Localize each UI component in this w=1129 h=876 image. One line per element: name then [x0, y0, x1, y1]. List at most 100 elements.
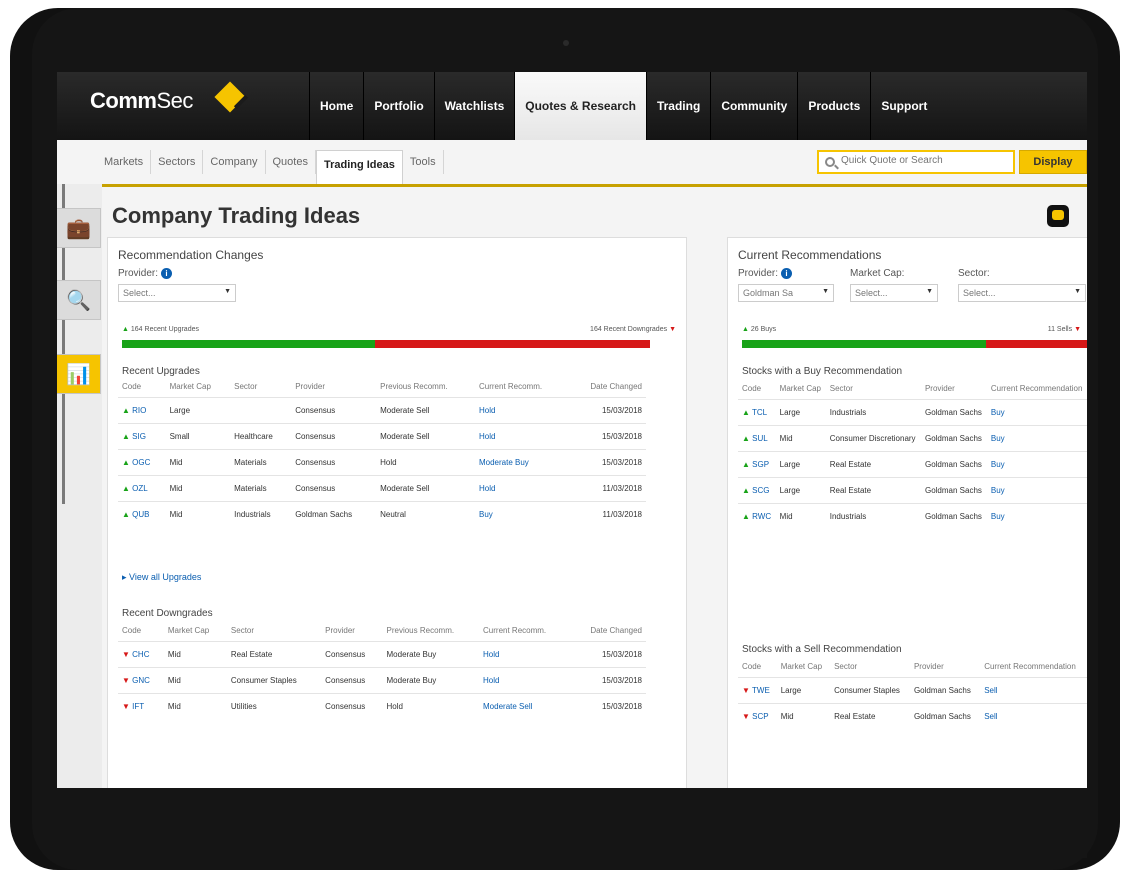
table-cell: Large: [776, 677, 831, 704]
stock-code-link[interactable]: ▼ GNC: [118, 667, 164, 694]
subnav-item[interactable]: Quotes: [266, 150, 316, 174]
trading-ideas-tab[interactable]: 📊: [57, 354, 101, 394]
table-cell[interactable]: Moderate Buy: [474, 449, 569, 476]
stock-code[interactable]: QUB: [132, 510, 149, 519]
info-icon[interactable]: i: [161, 268, 173, 279]
stock-code[interactable]: CHC: [132, 650, 149, 659]
table-row[interactable]: ▼ IFT Mid Utilities Consensus Hold Moderate S…: [118, 693, 646, 719]
down-arrow-icon: ▼: [669, 326, 676, 333]
stock-code-link[interactable]: ▼ IFT: [118, 693, 164, 719]
nav-item[interactable]: Home: [309, 72, 363, 140]
search-tab[interactable]: 🔍: [57, 280, 101, 320]
table-cell[interactable]: Hold: [474, 397, 569, 424]
stock-code-link[interactable]: ▲ SUL: [738, 425, 776, 452]
stock-code-link[interactable]: ▼ TWE: [738, 677, 777, 704]
subnav-item[interactable]: Sectors: [151, 150, 204, 174]
table-row[interactable]: ▲ TCL Large Industrials Goldman Sachs Buy: [738, 399, 1087, 426]
subnav-item[interactable]: Markets: [97, 150, 152, 174]
nav-item[interactable]: Support: [870, 72, 937, 140]
table-row[interactable]: ▲ SCG Large Real Estate Goldman Sachs Buy: [738, 477, 1087, 504]
stock-code-link[interactable]: ▲ TCL: [738, 399, 776, 426]
subnav-item[interactable]: Tools: [403, 150, 444, 174]
info-icon[interactable]: i: [781, 268, 793, 279]
stock-code[interactable]: RWC: [752, 512, 771, 521]
stock-code[interactable]: GNC: [132, 676, 150, 685]
table-row[interactable]: ▲ QUB Mid Industrials Goldman Sachs Neutral B…: [118, 501, 646, 527]
table-cell[interactable]: Sell: [980, 677, 1087, 704]
provider-select[interactable]: Goldman Sa ▼: [738, 284, 834, 302]
table-row[interactable]: ▲ OZL Mid Materials Consensus Moderate Sell H…: [118, 475, 646, 502]
provider-select[interactable]: Select... ▼: [118, 284, 236, 302]
table-row[interactable]: ▲ SGP Large Real Estate Goldman Sachs Buy: [738, 451, 1087, 478]
view-all-upgrades-link[interactable]: ▸ View all Upgrades: [122, 572, 201, 583]
subnav-item[interactable]: Trading Ideas: [315, 150, 403, 184]
stock-code-link[interactable]: ▲ SIG: [118, 423, 166, 450]
column-header: Current Recomm.: [483, 626, 547, 635]
stock-code[interactable]: SUL: [752, 434, 768, 443]
table-cell: Consumer Discretionary: [825, 425, 921, 452]
stock-code-link[interactable]: ▲ SCG: [738, 477, 776, 504]
print-icon[interactable]: [1047, 205, 1069, 227]
panel-title: Recommendation Changes: [118, 248, 264, 262]
table-cell[interactable]: Buy: [986, 399, 1087, 426]
stock-code-link[interactable]: ▲ QUB: [118, 501, 166, 527]
column-header: Market Cap: [780, 662, 823, 671]
table-row[interactable]: ▲ RWC Mid Industrials Goldman Sachs Buy: [738, 503, 1087, 529]
table-row[interactable]: ▼ CHC Mid Real Estate Consensus Moderate Buy…: [118, 641, 646, 668]
stock-code[interactable]: OGC: [132, 458, 150, 467]
stock-code[interactable]: OZL: [132, 484, 148, 493]
subnav-item[interactable]: Company: [203, 150, 266, 174]
table-cell[interactable]: Hold: [479, 641, 570, 668]
table-row[interactable]: ▼ SCP Mid Real Estate Goldman Sachs Sell: [738, 703, 1087, 729]
table-row[interactable]: ▲ SIG Small Healthcare Consensus Moderate Se…: [118, 423, 646, 450]
table-cell: 15/03/2018: [569, 693, 646, 719]
table-cell: Goldman Sachs: [920, 477, 987, 504]
market-cap-select[interactable]: Select... ▼: [850, 284, 938, 302]
nav-item[interactable]: Trading: [645, 72, 710, 140]
table-cell[interactable]: Buy: [986, 451, 1087, 478]
stock-code[interactable]: SCP: [752, 712, 768, 721]
stock-code[interactable]: SCG: [752, 486, 769, 495]
table-row[interactable]: ▼ GNC Mid Consumer Staples Consensus Moderat…: [118, 667, 646, 694]
stock-code-link[interactable]: ▲ SGP: [738, 451, 776, 478]
nav-item[interactable]: Products: [797, 72, 870, 140]
nav-item[interactable]: Quotes & Research: [514, 72, 646, 140]
stock-code[interactable]: RIO: [132, 406, 146, 415]
table-row[interactable]: ▲ SUL Mid Consumer Discretionary Goldman Sa…: [738, 425, 1087, 452]
stock-code-link[interactable]: ▼ CHC: [118, 641, 164, 668]
table-row[interactable]: ▲ OGC Mid Materials Consensus Hold Moderate B…: [118, 449, 646, 476]
table-row[interactable]: ▼ TWE Large Consumer Staples Goldman Sachs S…: [738, 677, 1087, 704]
table-cell[interactable]: Buy: [986, 425, 1087, 452]
commsec-logo[interactable]: CommSec: [90, 88, 193, 114]
stock-code[interactable]: SGP: [752, 460, 769, 469]
stock-code-link[interactable]: ▲ RIO: [118, 397, 166, 424]
column-header: Provider: [295, 382, 325, 391]
table-row[interactable]: ▲ RIO Large Consensus Moderate Sell Hold 15/0…: [118, 397, 646, 424]
stock-code[interactable]: TCL: [752, 408, 767, 417]
table-cell[interactable]: Sell: [980, 703, 1087, 729]
table-cell[interactable]: Hold: [474, 475, 569, 502]
stock-code[interactable]: SIG: [132, 432, 146, 441]
stock-code-link[interactable]: ▲ RWC: [738, 503, 776, 529]
stock-code[interactable]: IFT: [132, 702, 144, 711]
table-cell[interactable]: Buy: [986, 477, 1087, 504]
table-cell[interactable]: Moderate Sell: [479, 693, 570, 719]
column-header: Sector: [834, 662, 858, 671]
stock-code-link[interactable]: ▲ OGC: [118, 449, 166, 476]
table-cell[interactable]: Hold: [474, 423, 569, 450]
table-cell[interactable]: Hold: [479, 667, 570, 694]
nav-item[interactable]: Community: [710, 72, 797, 140]
stock-code-link[interactable]: ▼ SCP: [738, 703, 777, 729]
stock-code[interactable]: TWE: [752, 686, 770, 695]
nav-item[interactable]: Portfolio: [363, 72, 433, 140]
quick-quote-search[interactable]: [817, 150, 1015, 174]
sector-select[interactable]: Select... ▼: [958, 284, 1086, 302]
table-cell[interactable]: Buy: [474, 501, 569, 527]
briefcase-tab[interactable]: 💼: [57, 208, 101, 248]
nav-item[interactable]: Watchlists: [433, 72, 515, 140]
table-cell[interactable]: Buy: [986, 503, 1087, 529]
search-input[interactable]: [841, 155, 1011, 166]
display-button[interactable]: Display: [1019, 150, 1087, 174]
stock-code-link[interactable]: ▲ OZL: [118, 475, 166, 502]
sector-label: Sector:: [958, 268, 990, 279]
